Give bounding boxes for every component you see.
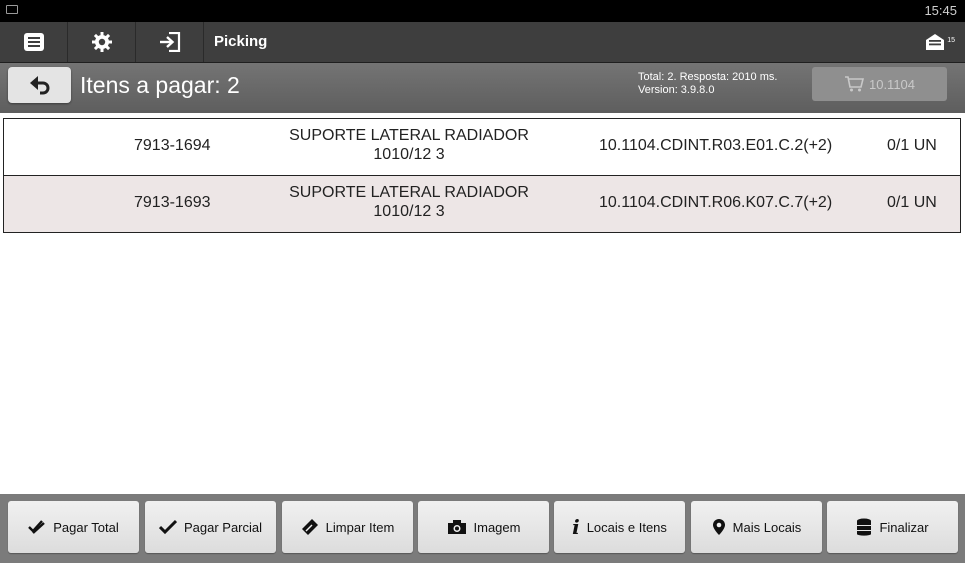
bottom-toolbar: Pagar Total Pagar Parcial Limpar Item Im… xyxy=(0,494,965,563)
gear-icon xyxy=(91,32,112,52)
imagem-label: Imagem xyxy=(473,519,521,535)
locais-itens-label: Locais e Itens xyxy=(586,519,667,535)
item-description: SUPORTE LATERAL RADIADOR 1010/12 3 xyxy=(269,183,549,221)
item-description-line2: 1010/12 3 xyxy=(373,203,445,220)
message-count-badge: 15 xyxy=(947,36,955,44)
item-quantity: 0/1 UN xyxy=(887,137,937,154)
limpar-item-label: Limpar Item xyxy=(325,519,395,535)
mais-locais-label: Mais Locais xyxy=(732,519,802,535)
response-info: Total: 2. Resposta: 2010 ms. xyxy=(638,71,778,83)
pagar-total-button[interactable]: Pagar Total xyxy=(8,501,139,553)
mais-locais-button[interactable]: Mais Locais xyxy=(691,501,822,553)
clock: 15:45 xyxy=(924,3,957,18)
item-location: 10.1104.CDINT.R03.E01.C.2(+2) xyxy=(599,137,833,154)
message-icon xyxy=(926,34,945,50)
list-header: Itens a pagar: 2 Total: 2. Resposta: 201… xyxy=(0,63,965,113)
item-description: SUPORTE LATERAL RADIADOR 1010/12 3 xyxy=(269,126,549,164)
keyboard-icon xyxy=(6,5,18,14)
items-list: 7913-1694 SUPORTE LATERAL RADIADOR 1010/… xyxy=(3,118,961,233)
locais-itens-button[interactable]: i Locais e Itens xyxy=(554,501,685,553)
back-button[interactable] xyxy=(8,67,71,103)
camera-icon xyxy=(447,520,466,534)
item-description-line2: 1010/12 3 xyxy=(373,146,445,163)
pagar-parcial-button[interactable]: Pagar Parcial xyxy=(145,501,276,553)
item-location: 10.1104.CDINT.R06.K07.C.7(+2) xyxy=(599,194,833,211)
menu-icon xyxy=(23,33,44,51)
pagar-parcial-label: Pagar Parcial xyxy=(183,519,263,535)
page-title: Picking xyxy=(214,33,268,50)
items-title: Itens a pagar: 2 xyxy=(80,72,240,98)
item-quantity: 0/1 UN xyxy=(887,194,937,211)
database-icon xyxy=(857,518,872,536)
finalizar-button[interactable]: Finalizar xyxy=(827,501,958,553)
cart-label: 10.1104 xyxy=(868,76,916,92)
login-button[interactable] xyxy=(136,22,204,62)
map-pin-icon xyxy=(712,519,725,535)
double-check-icon xyxy=(28,520,46,534)
status-info: Total: 2. Resposta: 2010 ms. Version: 3.… xyxy=(638,71,777,97)
item-row[interactable]: 7913-1694 SUPORTE LATERAL RADIADOR 1010/… xyxy=(3,118,961,176)
check-icon xyxy=(158,519,177,535)
undo-icon xyxy=(29,76,49,95)
messages-button[interactable]: 15 xyxy=(919,28,955,56)
info-icon: i xyxy=(572,515,580,539)
settings-button[interactable] xyxy=(68,22,136,62)
menu-button[interactable] xyxy=(0,22,68,62)
status-bar: 15:45 xyxy=(0,0,965,22)
finalizar-label: Finalizar xyxy=(879,519,929,535)
eraser-icon xyxy=(301,519,318,535)
imagem-button[interactable]: Imagem xyxy=(418,501,549,553)
pagar-total-label: Pagar Total xyxy=(53,519,119,535)
action-bar: Picking 15 xyxy=(0,22,965,63)
item-row[interactable]: 7913-1693 SUPORTE LATERAL RADIADOR 1010/… xyxy=(3,176,961,233)
item-description-line1: SUPORTE LATERAL RADIADOR xyxy=(289,127,529,144)
cart-button[interactable]: 10.1104 xyxy=(812,67,947,101)
limpar-item-button[interactable]: Limpar Item xyxy=(282,501,413,553)
item-description-line1: SUPORTE LATERAL RADIADOR xyxy=(289,184,529,201)
item-code: 7913-1693 xyxy=(134,194,211,211)
login-icon xyxy=(159,32,180,52)
item-code: 7913-1694 xyxy=(134,137,211,154)
version-info: Version: 3.9.8.0 xyxy=(638,84,715,96)
cart-icon xyxy=(844,76,864,92)
